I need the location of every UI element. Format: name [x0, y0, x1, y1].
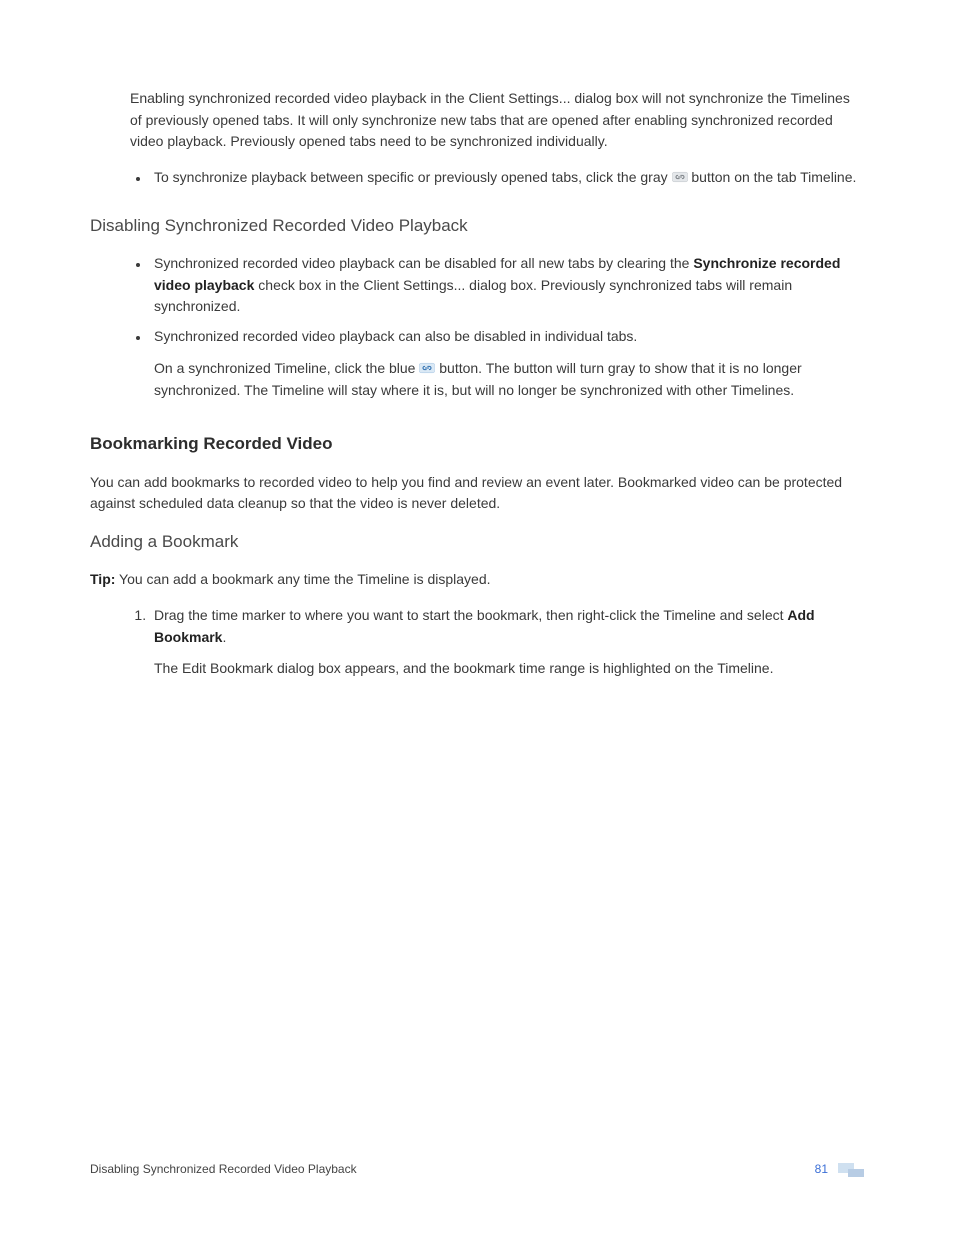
- text-fragment: To synchronize playback between specific…: [154, 169, 672, 185]
- section-heading-adding-bookmark: Adding a Bookmark: [90, 529, 864, 555]
- step-result-paragraph: The Edit Bookmark dialog box appears, an…: [154, 658, 864, 680]
- footer-right: 81: [815, 1160, 864, 1179]
- disable-bullet-list: Synchronized recorded video playback can…: [150, 253, 864, 401]
- section-heading-disabling: Disabling Synchronized Recorded Video Pl…: [90, 213, 864, 239]
- list-item: Synchronized recorded video playback can…: [150, 253, 864, 318]
- steps-list: Drag the time marker to where you want t…: [150, 605, 864, 680]
- text-fragment: .: [222, 629, 226, 645]
- section-heading-bookmarking: Bookmarking Recorded Video: [90, 431, 864, 457]
- list-item-paragraph: On a synchronized Timeline, click the bl…: [154, 358, 864, 401]
- intro-bullet-list: To synchronize playback between specific…: [150, 167, 864, 189]
- text-fragment: On a synchronized Timeline, click the bl…: [154, 360, 419, 376]
- tip-paragraph: Tip: You can add a bookmark any time the…: [90, 569, 864, 591]
- document-body: Enabling synchronized recorded video pla…: [90, 88, 864, 680]
- tip-text: You can add a bookmark any time the Time…: [115, 571, 490, 587]
- list-item: Synchronized recorded video playback can…: [150, 326, 864, 401]
- footer-section-title: Disabling Synchronized Recorded Video Pl…: [90, 1160, 357, 1179]
- page-footer: Disabling Synchronized Recorded Video Pl…: [90, 1160, 864, 1179]
- text-fragment: Drag the time marker to where you want t…: [154, 607, 787, 623]
- sync-link-icon: [419, 362, 435, 374]
- page-number: 81: [815, 1160, 828, 1179]
- text-fragment: Synchronized recorded video playback can…: [154, 328, 637, 344]
- list-item: Drag the time marker to where you want t…: [150, 605, 864, 680]
- text-fragment: button on the tab Timeline.: [688, 169, 857, 185]
- intro-paragraph: Enabling synchronized recorded video pla…: [130, 88, 864, 153]
- bookmark-intro-paragraph: You can add bookmarks to recorded video …: [90, 472, 864, 515]
- list-item: To synchronize playback between specific…: [150, 167, 864, 189]
- brand-logo-icon: [838, 1163, 864, 1177]
- tip-label: Tip:: [90, 571, 115, 587]
- sync-link-icon: [672, 171, 688, 183]
- text-fragment: Synchronized recorded video playback can…: [154, 255, 693, 271]
